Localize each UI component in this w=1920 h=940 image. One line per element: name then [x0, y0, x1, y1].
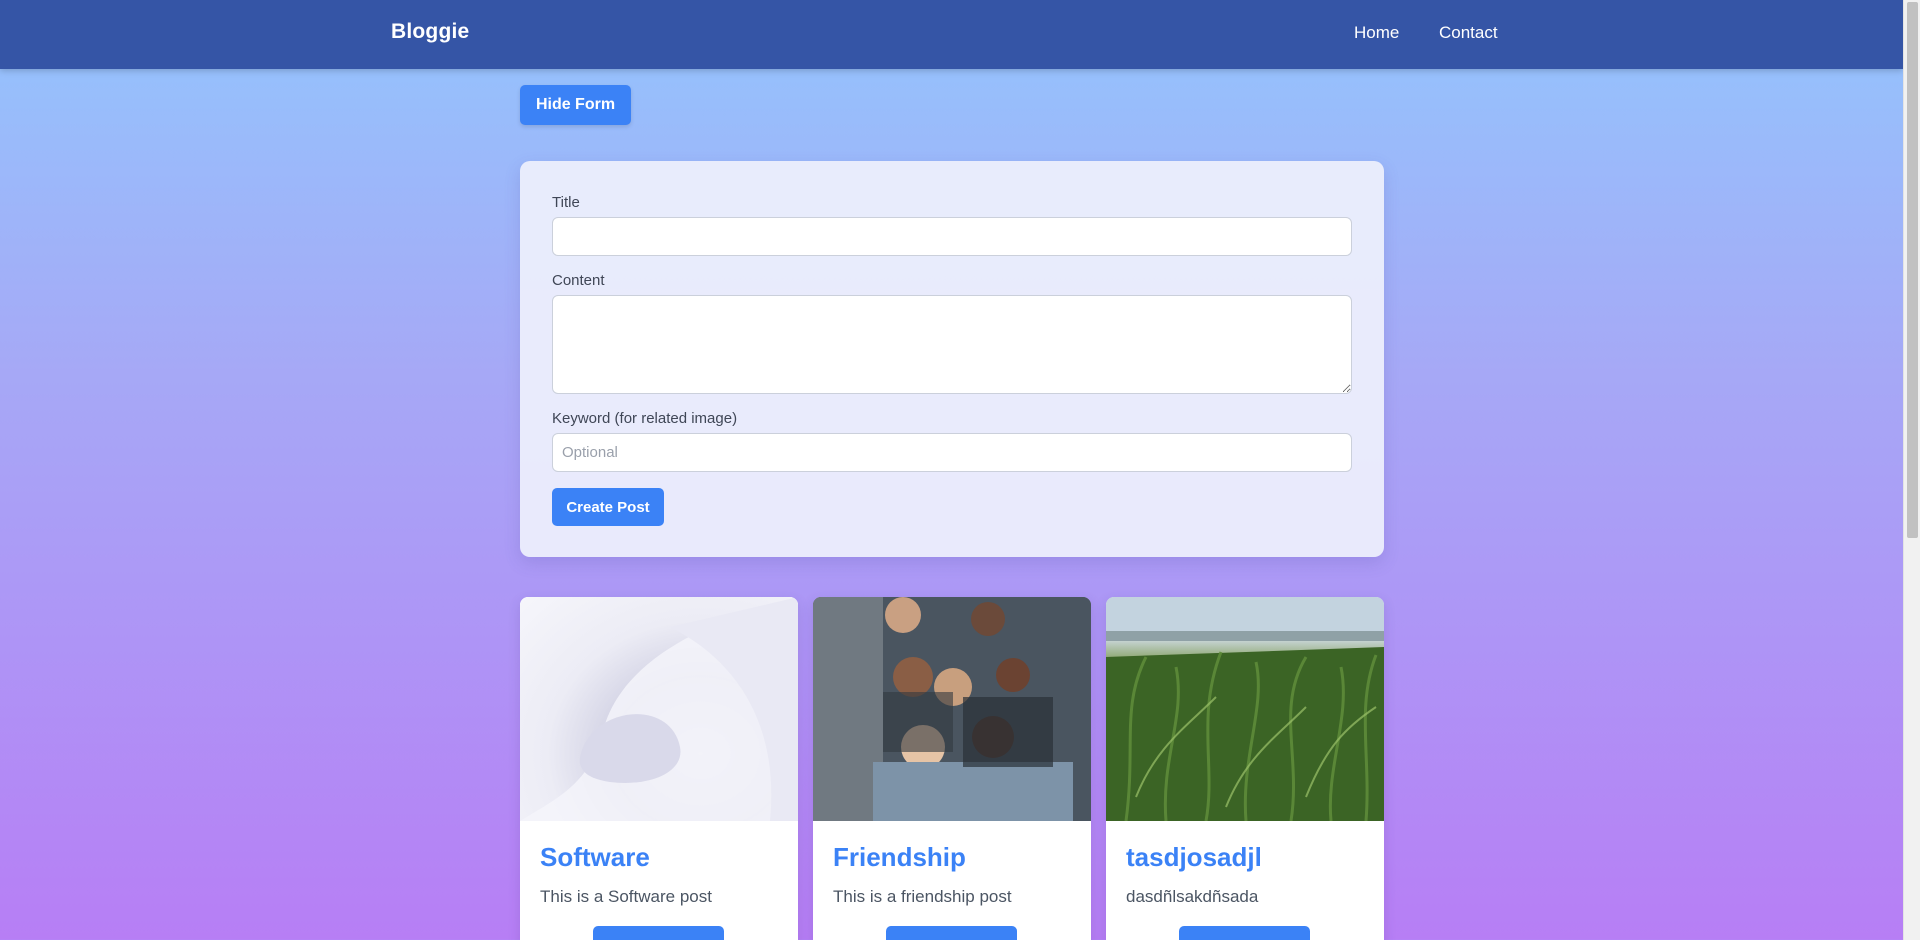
content-textarea[interactable]: [552, 295, 1352, 394]
keyword-input[interactable]: [552, 433, 1352, 472]
friends-illustration: [813, 597, 1091, 821]
title-input[interactable]: [552, 217, 1352, 256]
cornfield-photo: [1106, 597, 1384, 821]
cornfield-illustration: [1106, 597, 1384, 821]
post-excerpt: dasdñlsakdñsada: [1126, 887, 1259, 906]
hide-form-button[interactable]: Hide Form: [520, 85, 631, 125]
abstract-white-waves-image: [520, 597, 798, 821]
read-more-button[interactable]: [1179, 926, 1310, 940]
post-title[interactable]: Software: [540, 842, 650, 873]
post-card: Friendship This is a friendship post: [813, 597, 1091, 940]
post-card: tasdjosadjl dasdñlsakdñsada: [1106, 597, 1384, 940]
abstract-waves-graphic: [520, 597, 798, 821]
keyword-label: Keyword (for related image): [552, 410, 738, 427]
create-post-form: Title Content Keyword (for related image…: [520, 161, 1384, 557]
scrollbar-thumb[interactable]: [1907, 2, 1918, 538]
nav-link-contact[interactable]: Contact: [1439, 23, 1498, 43]
page-scrollbar[interactable]: [1903, 0, 1920, 940]
post-title[interactable]: tasdjosadjl: [1126, 842, 1262, 873]
read-more-button[interactable]: [886, 926, 1017, 940]
content-label: Content: [552, 272, 605, 289]
navbar: Bloggie Home Contact: [0, 0, 1903, 69]
post-excerpt: This is a friendship post: [833, 887, 1012, 906]
post-excerpt: This is a Software post: [540, 887, 712, 906]
read-more-button[interactable]: [593, 926, 724, 940]
nav-link-home[interactable]: Home: [1354, 23, 1399, 43]
post-card: Software This is a Software post: [520, 597, 798, 940]
group-of-friends-photo: [813, 597, 1091, 821]
brand-logo[interactable]: Bloggie: [391, 20, 469, 44]
create-post-button[interactable]: Create Post: [552, 488, 664, 526]
title-label: Title: [552, 194, 580, 211]
post-title[interactable]: Friendship: [833, 842, 966, 873]
